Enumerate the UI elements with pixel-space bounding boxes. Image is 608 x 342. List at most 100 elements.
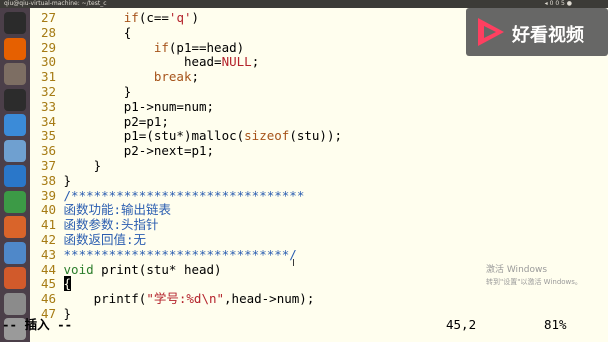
code-line[interactable]: 32 }	[30, 84, 131, 99]
code-token: }	[63, 84, 132, 99]
windows-activation-notice: 激活 Windows 转到"设置"以激活 Windows。	[486, 264, 582, 288]
chromium-icon[interactable]	[4, 114, 26, 136]
line-number: 30	[40, 54, 56, 70]
video-watermark: 好看视频	[466, 8, 608, 56]
line-number: 46	[40, 291, 56, 307]
code-token: /*******************************	[63, 187, 305, 203]
window-title: qiu@qiu-virtual-machine: ~/test_c	[4, 0, 107, 7]
line-number: 32	[40, 84, 56, 99]
code-line[interactable]: 40 函数功能:输出链表	[30, 202, 171, 217]
code-token: (c==	[138, 10, 169, 25]
line-number: 41	[40, 217, 56, 233]
vim-status-line: -- 插入 -- 45,2 81%	[0, 316, 578, 334]
code-line[interactable]: 30 head=NULL;	[30, 54, 259, 69]
line-number: 45	[40, 276, 56, 292]
line-number: 42	[40, 232, 56, 247]
line-number: 43	[40, 246, 56, 262]
mouse-ibeam-icon: I	[292, 258, 295, 269]
code-line[interactable]: 31 break;	[30, 69, 199, 84]
code-token: if	[153, 39, 169, 55]
code-token: "学号:	[146, 291, 187, 307]
code-line[interactable]: 36 p2->next=p1;	[30, 143, 214, 158]
settings-icon[interactable]	[4, 139, 26, 162]
code-token: break	[153, 69, 192, 85]
terminal-icon[interactable]	[4, 88, 26, 111]
code-token: printf(	[63, 291, 147, 307]
code-line[interactable]: 27 if(c=='q')	[30, 10, 199, 25]
line-number: 44	[40, 261, 56, 277]
code-line[interactable]: 28 {	[30, 25, 131, 40]
panel-indicators[interactable]: ◂ 0 0 5 ●	[545, 0, 572, 8]
code-line[interactable]: 38 }	[30, 173, 71, 188]
code-token: p1=(stu*)malloc(	[63, 128, 245, 144]
play-logo-icon	[478, 18, 504, 46]
code-token: p1->num=num;	[63, 98, 215, 114]
calc-icon[interactable]	[4, 190, 26, 213]
line-number: 31	[40, 69, 56, 85]
activation-subtitle: 转到"设置"以激活 Windows。	[486, 278, 582, 286]
vim-editor[interactable]: 27 if(c=='q') 28 {29 if(p1==head) 30 head=…	[30, 8, 608, 342]
code-token: p2=p1;	[63, 113, 169, 129]
insert-mode-indicator: -- 插入 --	[2, 317, 73, 332]
scroll-percent: 81%	[544, 317, 567, 332]
code-line[interactable]: 45 {	[30, 276, 72, 292]
code-line[interactable]: 37 }	[30, 158, 101, 173]
line-number: 38	[40, 172, 56, 188]
writer-icon[interactable]	[4, 165, 26, 187]
files-icon[interactable]	[4, 63, 26, 85]
code-token: 函数功能:输出链表	[63, 202, 172, 218]
code-token: void	[63, 261, 94, 277]
code-token: }	[63, 158, 102, 173]
code-token: sizeof	[244, 128, 290, 144]
line-number: 33	[40, 98, 56, 114]
code-token: {	[63, 24, 132, 40]
code-token: }	[63, 172, 72, 188]
code-line[interactable]: 44 void print(stu* head)	[30, 262, 222, 277]
code-token: %d\n	[186, 291, 217, 307]
line-number: 29	[40, 39, 56, 55]
line-number: 28	[40, 24, 56, 40]
line-number: 40	[40, 202, 56, 218]
activation-title: 激活 Windows	[486, 265, 548, 275]
code-line[interactable]: 34 p2=p1;	[30, 114, 169, 129]
code-line[interactable]: 35 p1=(stu*)malloc(sizeof(stu));	[30, 128, 342, 143]
system-settings-icon[interactable]	[4, 292, 26, 315]
software-center-icon[interactable]	[4, 241, 26, 264]
code-token: ******************************/	[63, 246, 297, 262]
code-token: 函数返回值:无	[63, 232, 147, 247]
line-number: 37	[40, 158, 56, 173]
code-token: 函数参数:头指针	[63, 217, 159, 233]
text-cursor: {	[63, 276, 72, 292]
dash-icon[interactable]	[4, 12, 26, 34]
code-line[interactable]: 29 if(p1==head)	[30, 40, 244, 55]
code-token: )	[191, 10, 200, 25]
line-number: 27	[40, 10, 56, 25]
code-line[interactable]: 43 ******************************/	[30, 247, 297, 262]
code-line[interactable]: 33 p1->num=num;	[30, 99, 214, 114]
code-line[interactable]: 42 函数返回值:无	[30, 232, 146, 247]
code-line[interactable]: 41 函数参数:头指针	[30, 217, 159, 232]
firefox-icon[interactable]	[4, 37, 26, 60]
code-token: print(stu* head)	[93, 261, 222, 277]
top-panel: qiu@qiu-virtual-machine: ~/test_c ◂ 0 0 …	[0, 0, 608, 8]
code-token: p2->next=p1;	[63, 143, 215, 159]
watermark-text: 好看视频	[512, 25, 584, 46]
code-token: ;	[251, 54, 260, 70]
code-token: NULL	[221, 54, 252, 70]
line-number: 36	[40, 143, 56, 159]
code-line[interactable]: 46 printf("学号:%d\n",head->num);	[30, 291, 314, 306]
code-token: "	[216, 291, 225, 307]
code-token: ;	[191, 69, 200, 85]
launcher-sidebar	[0, 8, 30, 342]
impress-icon[interactable]	[4, 216, 26, 238]
code-token: if	[123, 10, 139, 25]
amazon-icon[interactable]	[4, 267, 26, 289]
cursor-position: 45,2	[446, 317, 477, 332]
code-token: (stu));	[289, 128, 342, 144]
code-token: head=	[63, 54, 222, 70]
code-line[interactable]: 39 /*******************************	[30, 188, 304, 203]
code-token: 'q'	[168, 10, 192, 25]
